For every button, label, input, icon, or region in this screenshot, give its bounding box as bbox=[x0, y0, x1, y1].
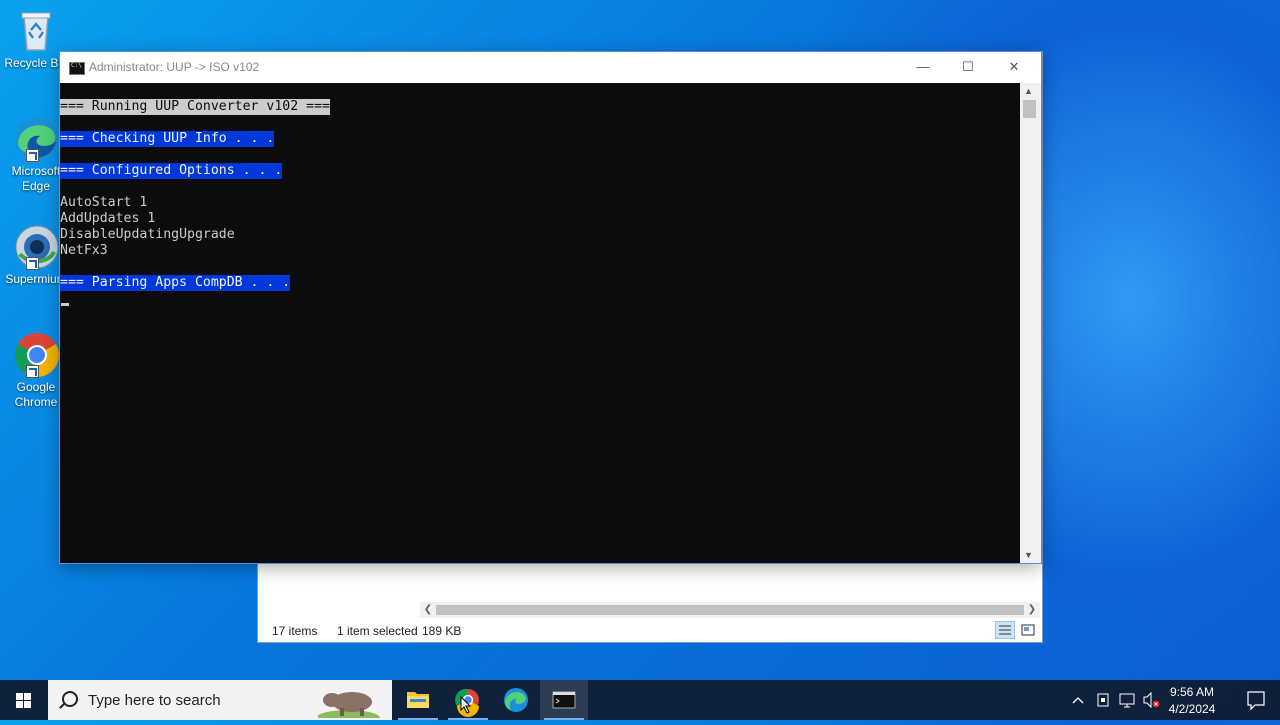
scroll-left-icon[interactable]: ❮ bbox=[420, 602, 436, 618]
chevron-up-icon bbox=[1072, 697, 1084, 704]
details-view-icon[interactable] bbox=[995, 621, 1015, 639]
clock-time: 9:56 AM bbox=[1169, 685, 1215, 699]
console-line: === Configured Options . . . bbox=[60, 163, 283, 179]
status-bar: 17 items 1 item selected 189 KB bbox=[258, 618, 1042, 642]
desktop-icon-label: Recycle Bin bbox=[4, 56, 68, 70]
notification-icon bbox=[1247, 691, 1265, 711]
start-button[interactable] bbox=[0, 680, 48, 720]
tray-usb-icon[interactable] bbox=[1094, 680, 1112, 720]
recycle-bin-icon bbox=[14, 8, 58, 52]
search-highlight-image bbox=[318, 692, 380, 718]
console-output[interactable]: === Running UUP Converter v102 === === C… bbox=[60, 83, 1020, 563]
selection-size: 189 KB bbox=[422, 624, 462, 638]
taskbar-supermium[interactable] bbox=[444, 680, 492, 720]
console-line: AddUpdates 1 bbox=[60, 211, 156, 226]
chrome-icon bbox=[14, 332, 59, 378]
window-title: Administrator: UUP -> ISO v102 bbox=[89, 60, 260, 74]
command-prompt-icon bbox=[69, 62, 85, 75]
command-prompt-icon bbox=[552, 691, 576, 709]
console-line: === Running UUP Converter v102 === bbox=[60, 99, 330, 115]
taskbar-edge[interactable] bbox=[492, 680, 540, 720]
scroll-down-icon[interactable]: ▼ bbox=[1020, 547, 1037, 563]
scroll-right-icon[interactable]: ❯ bbox=[1024, 602, 1040, 618]
console-line: === Parsing Apps CompDB . . . bbox=[60, 275, 291, 291]
taskbar-file-explorer[interactable] bbox=[394, 680, 442, 720]
selection-count: 1 item selected bbox=[337, 624, 418, 638]
edge-icon bbox=[14, 116, 58, 162]
horizontal-scrollbar[interactable]: ❮ ❯ bbox=[420, 602, 1040, 618]
taskbar-clock[interactable]: 9:56 AM 4/2/2024 bbox=[1160, 684, 1224, 718]
scroll-up-icon[interactable]: ▲ bbox=[1020, 83, 1037, 99]
maximize-button[interactable]: ☐ bbox=[945, 52, 991, 83]
shortcut-arrow-icon bbox=[26, 365, 39, 378]
desktop-icon-label: Google Chrome bbox=[14, 380, 58, 409]
show-hidden-icons-button[interactable] bbox=[1070, 680, 1086, 720]
window-titlebar[interactable]: Administrator: UUP -> ISO v102 — ☐ ✕ bbox=[60, 52, 1041, 83]
network-icon[interactable] bbox=[1118, 680, 1136, 720]
search-icon bbox=[62, 691, 78, 707]
shortcut-arrow-icon bbox=[26, 149, 39, 162]
action-center-button[interactable] bbox=[1232, 680, 1280, 720]
volume-muted-icon[interactable] bbox=[1142, 680, 1160, 720]
edge-icon bbox=[504, 688, 528, 712]
vertical-scrollbar[interactable]: ▲ ▼ bbox=[1020, 83, 1041, 563]
console-line: DisableUpdatingUpgrade bbox=[60, 227, 235, 242]
command-prompt-window[interactable]: Administrator: UUP -> ISO v102 — ☐ ✕ ===… bbox=[60, 52, 1041, 563]
supermium-icon bbox=[14, 224, 59, 270]
close-button[interactable]: ✕ bbox=[991, 52, 1037, 83]
text-cursor bbox=[61, 303, 69, 306]
clock-date: 4/2/2024 bbox=[1168, 702, 1216, 716]
desktop-icon-label: Supermium bbox=[5, 272, 67, 286]
taskbar-command-prompt[interactable] bbox=[540, 680, 588, 720]
shortcut-arrow-icon bbox=[26, 257, 39, 270]
file-explorer-icon bbox=[407, 692, 429, 708]
search-box[interactable]: Type here to search bbox=[48, 680, 392, 720]
minimize-button[interactable]: — bbox=[900, 52, 946, 83]
scrollbar-thumb[interactable] bbox=[1023, 100, 1036, 118]
taskbar: Type here to search 9:56 AM 4/2/2024 bbox=[0, 680, 1280, 720]
mouse-cursor-icon bbox=[460, 696, 472, 714]
desktop-icon-label: Microsoft Edge bbox=[11, 164, 61, 193]
item-count: 17 items bbox=[272, 624, 318, 638]
search-placeholder: Type here to search bbox=[88, 692, 221, 709]
large-icons-view-icon[interactable] bbox=[1018, 621, 1038, 639]
scrollbar-thumb[interactable] bbox=[436, 605, 1024, 615]
console-line: NetFx3 bbox=[60, 243, 108, 258]
console-line: === Checking UUP Info . . . bbox=[60, 131, 275, 147]
console-line: AutoStart 1 bbox=[60, 195, 148, 210]
